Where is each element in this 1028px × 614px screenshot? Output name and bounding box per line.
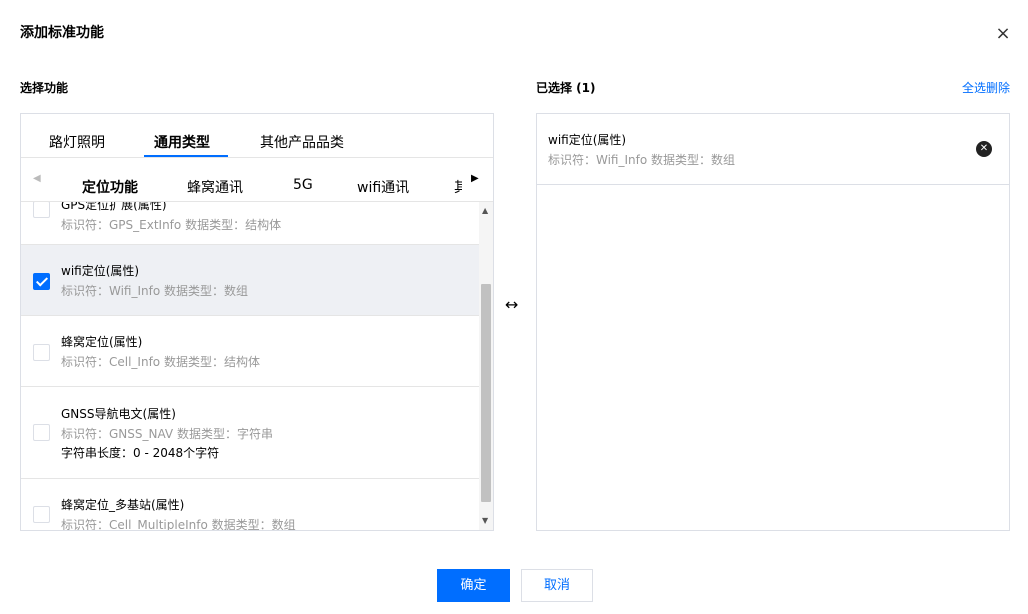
select-all-delete-link[interactable]: 全选删除 [962, 79, 1010, 96]
remove-icon[interactable]: ✕ [976, 141, 992, 157]
close-icon[interactable]: × [994, 25, 1012, 43]
list-item[interactable]: 蜂窝定位_多基站(属性) 标识符：Cell_MultipleInfo 数据类型：… [21, 479, 479, 530]
select-function-label: 选择功能 [20, 81, 69, 95]
subtab-cellular[interactable]: 蜂窝通讯 [187, 177, 243, 197]
confirm-button[interactable]: 确定 [437, 569, 510, 602]
item-meta: 标识符：Cell_MultipleInfo 数据类型：数组 [61, 518, 296, 530]
tab-other-products[interactable]: 其他产品品类 [260, 132, 344, 152]
list-item[interactable]: wifi定位(属性) 标识符：Wifi_Info 数据类型：数组 [21, 245, 479, 316]
checkbox[interactable] [33, 424, 50, 441]
item-name: 蜂窝定位(属性) [61, 335, 143, 349]
scroll-down-icon[interactable]: ▼ [482, 516, 488, 525]
subtab-5g[interactable]: 5G [293, 177, 313, 193]
list-item[interactable]: GPS定位扩展(属性) 标识符：GPS_ExtInfo 数据类型：结构体 [21, 202, 479, 245]
list-scrollbar[interactable]: ▲ ▼ [479, 202, 493, 530]
subtab-wifi[interactable]: wifi通讯 [357, 177, 409, 197]
item-meta: 标识符：GNSS_NAV 数据类型：字符串 [61, 427, 273, 441]
dialog-title: 添加标准功能 [20, 25, 104, 41]
checkbox[interactable] [33, 506, 50, 523]
function-list: GPS定位扩展(属性) 标识符：GPS_ExtInfo 数据类型：结构体 wif… [21, 202, 479, 530]
list-item[interactable]: GNSS导航电文(属性) 标识符：GNSS_NAV 数据类型：字符串 字符串长度… [21, 387, 479, 479]
selected-item-name: wifi定位(属性) [548, 133, 627, 147]
selected-count-label: 已选择 (1) [536, 81, 596, 95]
selected-item-meta: 标识符：Wifi_Info 数据类型：数组 [548, 153, 736, 167]
cancel-button[interactable]: 取消 [521, 569, 593, 602]
active-tab-underline [144, 155, 228, 157]
item-name: GPS定位扩展(属性) [61, 202, 167, 212]
chevron-right-icon[interactable]: ▶ [471, 173, 479, 184]
checkbox[interactable] [33, 344, 50, 361]
item-meta: 标识符：GPS_ExtInfo 数据类型：结构体 [61, 218, 282, 232]
item-name: 蜂窝定位_多基站(属性) [61, 498, 185, 512]
chevron-left-icon[interactable]: ◀ [33, 173, 41, 184]
tab-general-type[interactable]: 通用类型 [154, 132, 210, 152]
checkbox[interactable] [33, 273, 50, 290]
scrollbar-thumb[interactable] [481, 284, 491, 502]
checkbox[interactable] [33, 202, 50, 218]
item-name: wifi定位(属性) [61, 264, 140, 278]
category-tabs: 路灯照明 通用类型 其他产品品类 [21, 114, 493, 158]
transfer-arrows-icon: ↔ [505, 295, 519, 314]
selected-item: wifi定位(属性) 标识符：Wifi_Info 数据类型：数组 ✕ [537, 114, 1009, 185]
subtab-other-truncated[interactable]: 其 [454, 177, 462, 197]
scroll-up-icon[interactable]: ▲ [482, 206, 488, 215]
function-picker-panel: 路灯照明 通用类型 其他产品品类 ◀ 定位功能 蜂窝通讯 5G wifi通讯 其… [20, 113, 494, 531]
item-meta: 标识符：Cell_Info 数据类型：结构体 [61, 355, 260, 369]
item-extra: 字符串长度：0 - 2048个字符 [61, 446, 220, 460]
tab-street-light[interactable]: 路灯照明 [49, 132, 105, 152]
item-name: GNSS导航电文(属性) [61, 407, 176, 421]
item-meta: 标识符：Wifi_Info 数据类型：数组 [61, 284, 249, 298]
list-item[interactable]: 蜂窝定位(属性) 标识符：Cell_Info 数据类型：结构体 [21, 316, 479, 387]
function-sub-tabs: ◀ 定位功能 蜂窝通讯 5G wifi通讯 其 ▶ [21, 158, 493, 202]
selected-functions-panel: wifi定位(属性) 标识符：Wifi_Info 数据类型：数组 ✕ [536, 113, 1010, 531]
subtab-positioning[interactable]: 定位功能 [82, 177, 138, 197]
